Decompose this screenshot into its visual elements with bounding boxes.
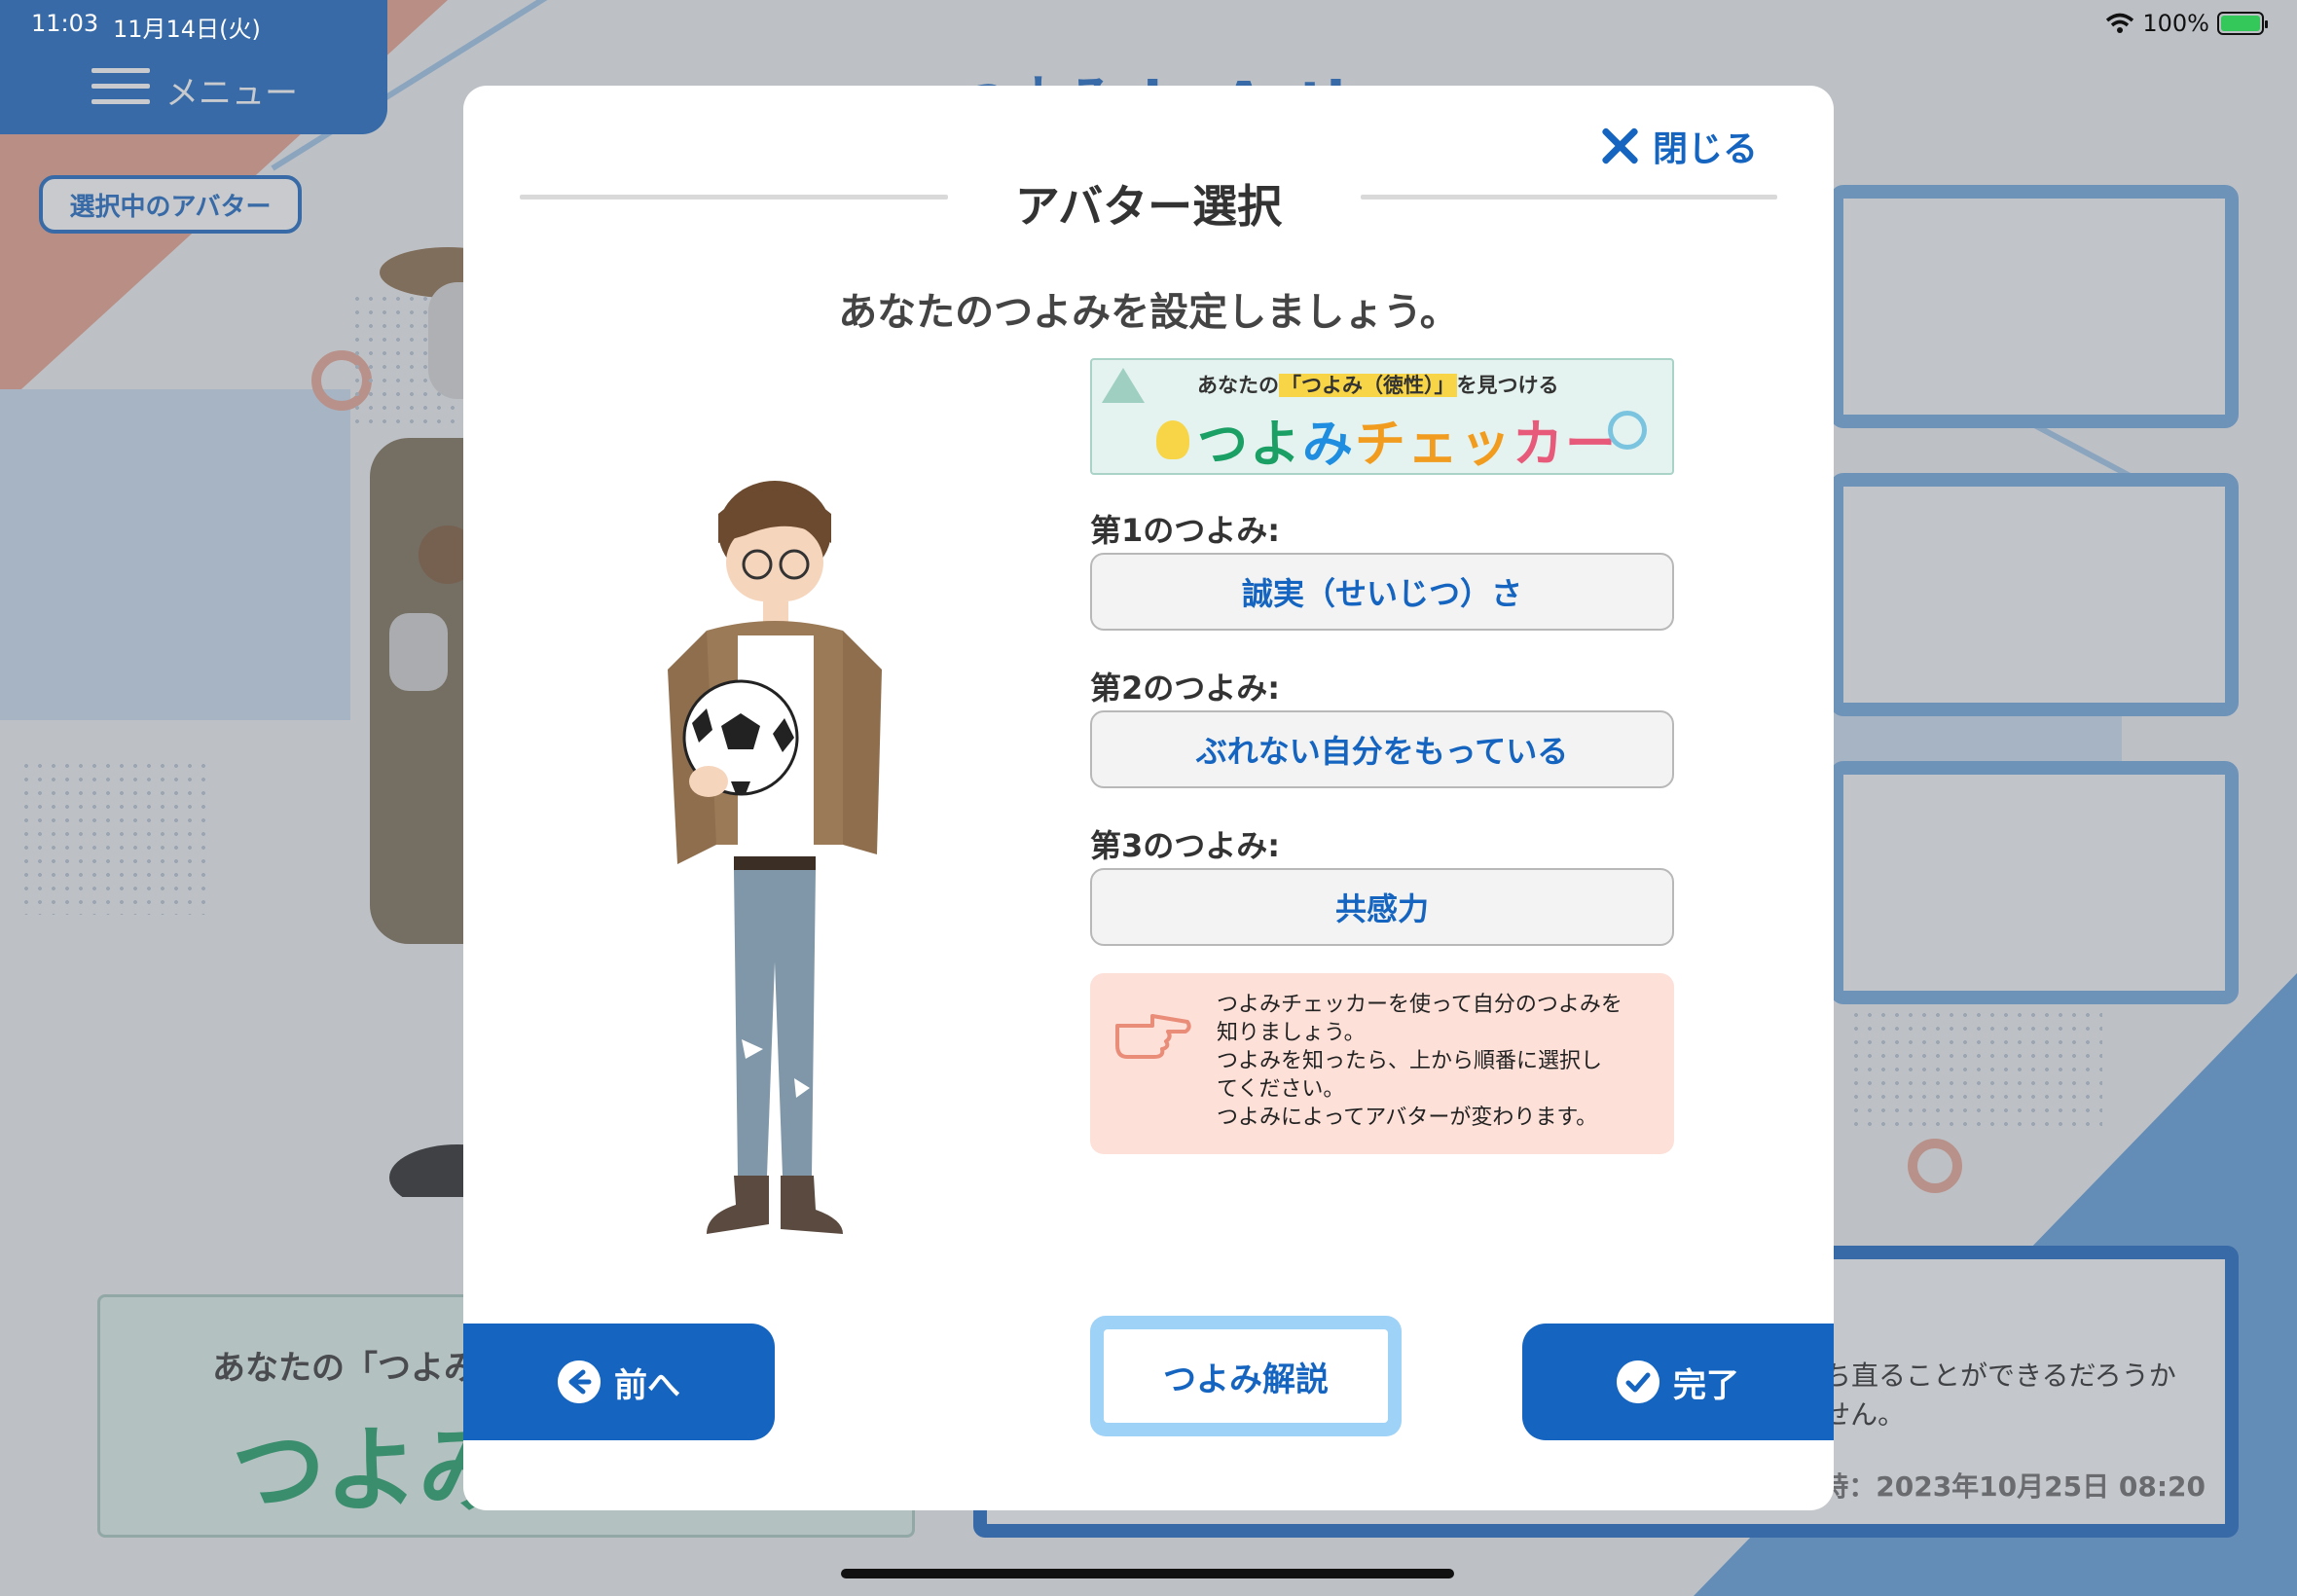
checker-title-part: つよ [1197,416,1303,474]
modal-title: アバター選択 [1014,180,1283,233]
tsuyomi-checker-banner[interactable]: あなたの「つよみ（徳性）」を見つける つよみチェッカー [1090,358,1674,475]
hint-line: つよみを知ったら、上から順番に選択し [1217,1049,1603,1073]
magnifier-icon [1608,411,1647,450]
close-button[interactable]: 閉じる [1600,121,1758,171]
avatar-select-modal: 閉じる アバター選択 あなたのつよみを設定しましょう。 あなたの「つよみ（徳性）… [463,86,1834,1510]
arrow-left-icon [558,1360,601,1403]
prev-label[interactable]: 前へ [614,1359,680,1406]
check-icon [1617,1360,1659,1403]
pointing-hand-icon [1115,1014,1191,1059]
status-right: 100% [2105,10,2268,37]
checker-title-part: カー [1513,416,1619,474]
checker-subtitle: あなたの「つよみ（徳性）」を見つける [1197,370,1559,399]
status-date: 11月14日(火) [113,16,261,43]
strength-2-label: 第2のつよみ: [1090,670,1281,707]
explain-button[interactable]: つよみ解説 [1090,1316,1402,1436]
battery-icon [2217,12,2268,35]
status-time: 11:03 [31,10,99,37]
hint-line: てください。 [1217,1077,1345,1102]
wifi-icon [2106,13,2134,33]
strength-3-select[interactable]: 共感力 [1090,868,1674,946]
battery-percent: 100% [2142,10,2209,37]
done-button[interactable]: 完了 [1522,1324,1834,1440]
checker-title-part: み [1302,416,1356,474]
checker-sub-prefix: あなたの [1197,374,1279,397]
checker-title: つよみチェッカー [1197,403,1619,474]
hint-line: つよみによってアバターが変わります。 [1217,1106,1598,1130]
checker-sub-suffix: を見つける [1456,374,1559,397]
hint-text: つよみチェッカーを使って自分のつよみを 知りましょう。 つよみを知ったら、上から… [1217,991,1645,1132]
hint-line: つよみチェッカーを使って自分のつよみを [1217,993,1622,1017]
checker-title-part: チェッ [1355,416,1513,474]
checker-sub-highlight: 「つよみ（徳性）」 [1279,374,1457,397]
close-label[interactable]: 閉じる [1653,121,1758,171]
strength-1-label: 第1のつよみ: [1090,512,1281,549]
strength-1-select[interactable]: 誠実（せいじつ）さ [1090,553,1674,631]
strength-3-label: 第3のつよみ: [1090,827,1281,864]
prev-button[interactable]: 前へ [463,1324,775,1440]
close-icon[interactable] [1600,127,1639,165]
home-indicator[interactable] [841,1569,1454,1578]
hint-box: つよみチェッカーを使って自分のつよみを 知りましょう。 つよみを知ったら、上から… [1090,973,1674,1154]
hint-line: 知りましょう。 [1217,1021,1366,1045]
explain-label[interactable]: つよみ解説 [1104,1329,1388,1423]
avatar-illustration [668,481,882,1234]
bulb-icon [1156,420,1189,459]
intro-text: あなたのつよみを設定しましょう。 [838,290,1459,335]
strength-2-select[interactable]: ぶれない自分をもっている [1090,710,1674,788]
triangle-decoration [1102,368,1145,403]
done-label[interactable]: 完了 [1673,1359,1739,1406]
